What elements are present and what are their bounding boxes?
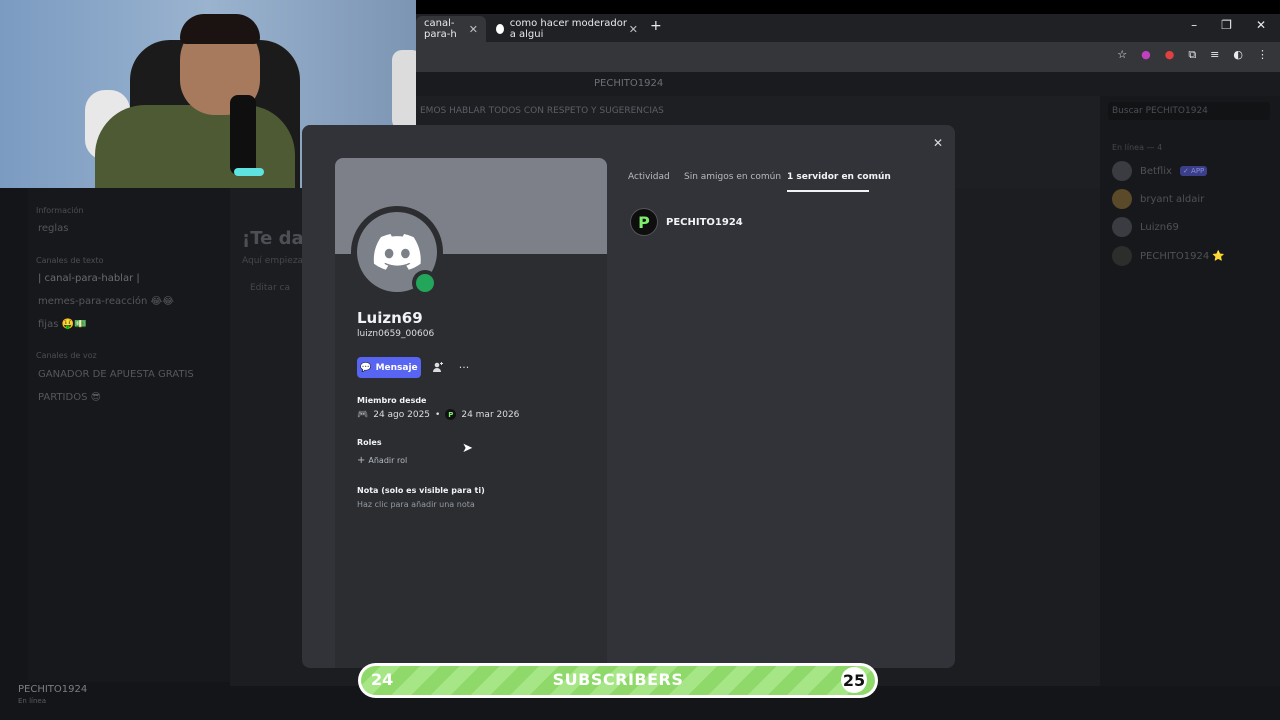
avatar <box>1112 189 1132 209</box>
username[interactable]: luizn0659_00606 <box>357 329 434 339</box>
more-options-button[interactable]: ··· <box>453 357 475 378</box>
browser-tab-active[interactable]: canal-para-h ✕ <box>416 16 486 42</box>
online-status-icon <box>416 274 434 292</box>
tab-close-icon[interactable]: ✕ <box>469 23 478 36</box>
category-label[interactable]: Información <box>36 206 84 215</box>
member-since-label: Miembro desde <box>357 396 427 405</box>
server-badge-icon: P <box>445 409 457 420</box>
current-user-status: En línea <box>18 697 47 705</box>
channel-topic: EMOS HABLAR TODOS CON RESPETO Y SUGERENC… <box>420 106 664 116</box>
discord-topbar <box>416 72 1280 96</box>
discord-logo-icon <box>373 234 421 270</box>
server-list <box>0 188 28 688</box>
separator-dot: • <box>435 409 441 420</box>
add-role-button[interactable]: + Añadir rol <box>357 455 407 466</box>
tab-mutual-servers[interactable]: 1 servidor en común <box>787 172 891 182</box>
channel-item[interactable]: reglas <box>38 223 69 234</box>
puzzle-icon[interactable]: ⧉ <box>1188 48 1196 62</box>
member-item[interactable]: PECHITO1924 ⭐ <box>1112 246 1225 266</box>
note-label: Nota (solo es visible para ti) <box>357 486 485 495</box>
member-since-row: 🎮 24 ago 2025 • P 24 mar 2026 <box>357 409 519 420</box>
extension-icon[interactable]: ● <box>1141 48 1151 62</box>
avatar <box>1112 246 1132 266</box>
window-controls: – ❐ ✕ <box>1191 18 1266 32</box>
tab-title: canal-para-h <box>424 18 457 40</box>
tab-title: como hacer moderador a algui <box>509 18 627 40</box>
google-icon <box>496 24 504 34</box>
close-modal-button[interactable]: ✕ <box>929 134 947 152</box>
media-icon[interactable]: ≡ <box>1210 48 1219 62</box>
star-icon[interactable]: ☆ <box>1117 48 1127 62</box>
tab-mutual-friends[interactable]: Sin amigos en común <box>684 172 781 182</box>
discord-join-date: 24 ago 2025 <box>373 409 431 420</box>
subscriber-goal: 25 <box>841 667 867 693</box>
voice-channel-item[interactable]: PARTIDOS 😎 <box>38 392 101 403</box>
new-tab-button[interactable]: + <box>650 18 662 34</box>
message-button-label: Mensaje <box>375 362 418 373</box>
tab-close-icon[interactable]: ✕ <box>629 23 638 36</box>
welcome-subtitle: Aquí empieza <box>242 256 304 266</box>
member-name: PECHITO1924 ⭐ <box>1140 250 1225 262</box>
member-list <box>1100 96 1280 686</box>
browser-extensions: ☆ ● ● ⧉ ≡ ◐ ⋮ <box>1117 48 1268 62</box>
current-user-name[interactable]: PECHITO1924 <box>18 684 87 695</box>
active-tab-indicator <box>787 190 869 192</box>
member-name: Luizn69 <box>1140 221 1179 233</box>
member-name: Betflix <box>1140 165 1172 177</box>
edit-channel-link[interactable]: Editar ca <box>250 283 290 293</box>
menu-dots-icon[interactable]: ⋮ <box>1257 48 1268 62</box>
channel-item[interactable]: fijas 🤑💵 <box>38 319 87 330</box>
server-join-date: 24 mar 2026 <box>461 409 520 420</box>
ellipsis-icon: ··· <box>458 361 470 374</box>
minimize-icon[interactable]: – <box>1191 18 1197 32</box>
channel-item[interactable]: | canal-para-hablar | <box>38 273 140 284</box>
subscriber-progress-fill: 24 SUBSCRIBERS 25 <box>361 666 875 695</box>
browser-tab[interactable]: como hacer moderador a algui ✕ <box>488 16 646 42</box>
app-badge: ✓ APP <box>1179 166 1208 176</box>
channel-sidebar: Información reglas Canales de texto | ca… <box>28 188 230 688</box>
channel-item[interactable]: memes-para-reacción 😂😂 <box>38 296 174 307</box>
add-friend-button[interactable] <box>427 357 447 378</box>
add-friend-icon <box>432 362 443 372</box>
mutual-server-item[interactable]: P PECHITO1924 <box>630 208 743 236</box>
subscriber-label: SUBSCRIBERS <box>552 670 684 689</box>
webcam-person-body <box>95 105 295 188</box>
display-name: Luizn69 <box>357 309 423 327</box>
mouse-cursor-icon: ➤ <box>462 441 473 456</box>
chat-bubble-icon: 💬 <box>360 362 372 373</box>
webcam-microphone <box>230 95 256 175</box>
server-name: PECHITO1924 <box>594 78 664 89</box>
category-label[interactable]: Canales de voz <box>36 351 97 360</box>
tab-activity[interactable]: Actividad <box>628 172 670 182</box>
message-button[interactable]: 💬 Mensaje <box>357 357 421 378</box>
extension-icon[interactable]: ● <box>1165 48 1175 62</box>
member-item[interactable]: Luizn69 <box>1112 217 1179 237</box>
avatar <box>1112 217 1132 237</box>
webcam-person-hair <box>180 14 260 44</box>
roles-label: Roles <box>357 438 382 447</box>
note-input[interactable]: Haz clic para añadir una nota <box>357 500 475 509</box>
voice-channel-item[interactable]: GANADOR DE APUESTA GRATIS <box>38 369 194 380</box>
plus-icon: + <box>357 455 366 466</box>
server-icon: P <box>630 208 658 236</box>
discord-mini-icon: 🎮 <box>357 409 369 420</box>
server-name: PECHITO1924 <box>666 216 743 228</box>
webcam-fan <box>392 50 416 130</box>
member-name: bryant aldair <box>1140 193 1205 205</box>
subscriber-goal-bar: 24 SUBSCRIBERS 25 <box>358 663 878 698</box>
webcam-mic-light <box>234 168 264 176</box>
members-header: En línea — 4 <box>1112 143 1163 152</box>
member-item[interactable]: Betflix ✓ APP <box>1112 161 1208 181</box>
avatar <box>1112 161 1132 181</box>
profile-icon[interactable]: ◐ <box>1233 48 1243 62</box>
restore-icon[interactable]: ❐ <box>1221 18 1232 32</box>
add-role-label: Añadir rol <box>368 456 408 465</box>
close-window-icon[interactable]: ✕ <box>1256 18 1266 32</box>
member-item[interactable]: bryant aldair <box>1112 189 1204 209</box>
category-label[interactable]: Canales de texto <box>36 256 104 265</box>
search-input[interactable]: Buscar PECHITO1924 <box>1108 102 1270 120</box>
